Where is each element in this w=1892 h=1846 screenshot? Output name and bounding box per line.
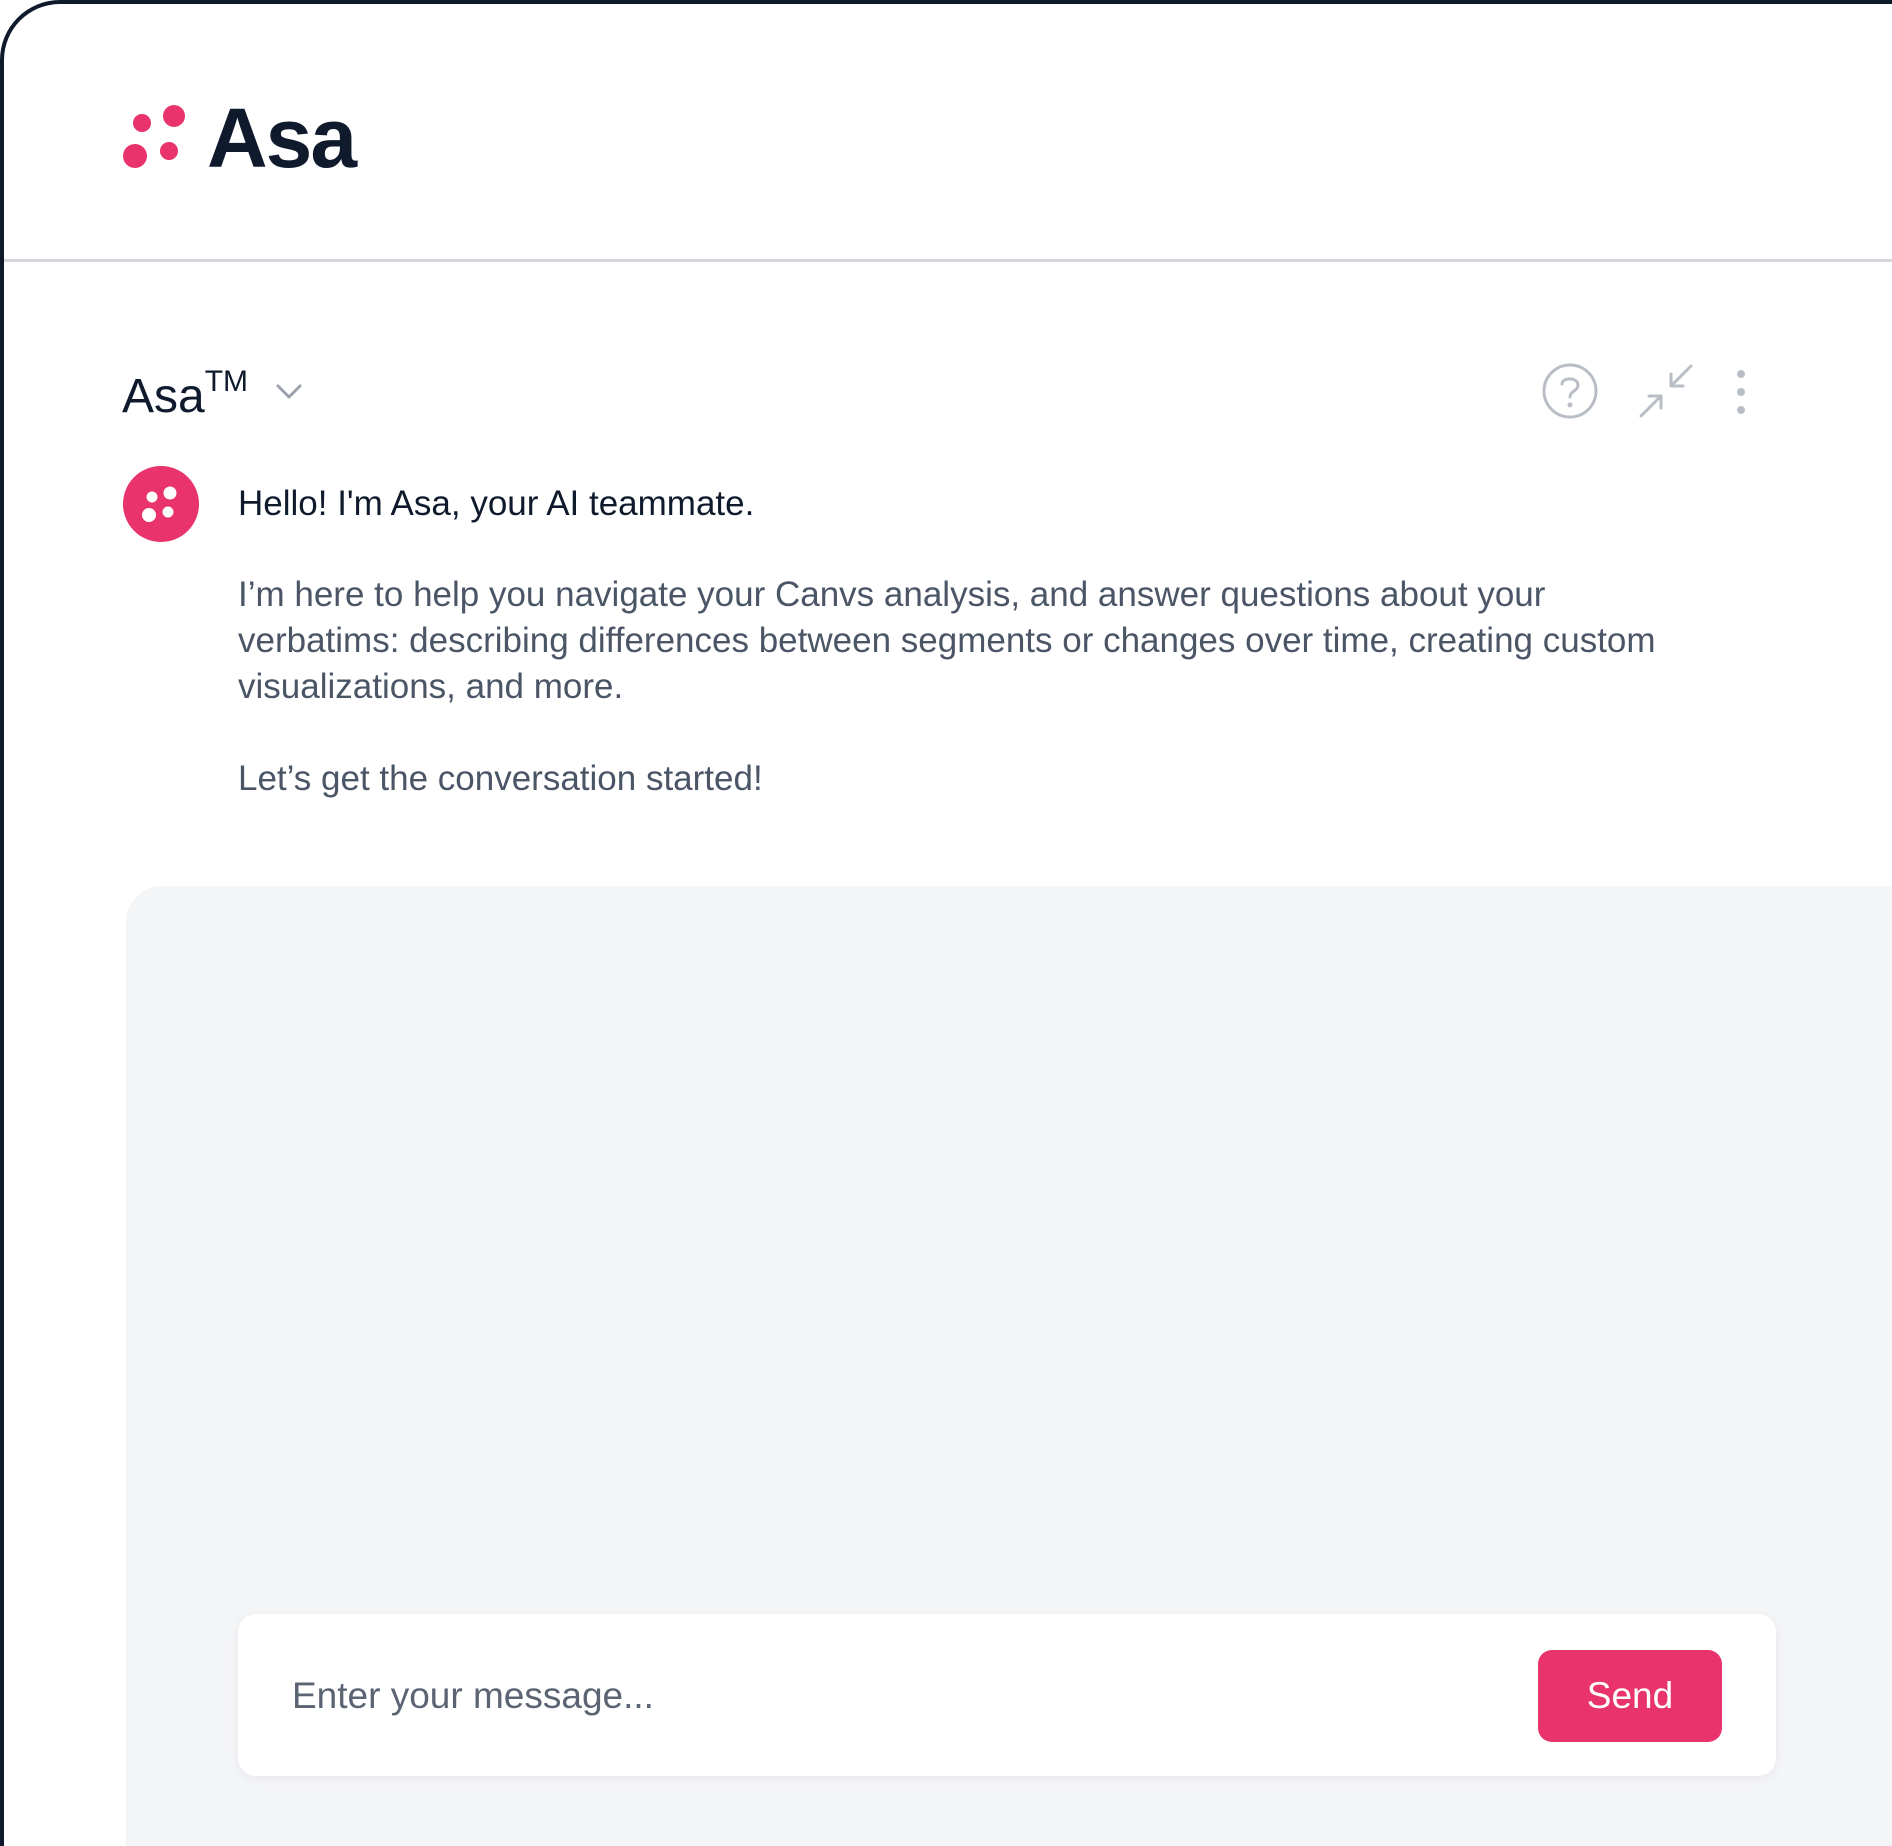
assistant-start-message: Let’s get the conversation started! [238, 759, 763, 798]
send-button[interactable]: Send [1538, 1650, 1722, 1742]
collapse-icon[interactable] [1636, 361, 1696, 421]
asa-logo-icon [142, 486, 177, 522]
chat-title-text: Asa [122, 369, 205, 423]
asa-logo-icon [123, 105, 185, 168]
message-input[interactable] [290, 1664, 1494, 1728]
assistant-greeting: Hello! I'm Asa, your AI teammate. [238, 484, 755, 523]
help-circle-icon[interactable] [1541, 362, 1599, 420]
chevron-down-icon[interactable] [274, 376, 304, 406]
assistant-intro-message: I’m here to help you navigate your Canvs… [238, 575, 1656, 706]
app-header: Asa [4, 4, 1892, 262]
app-window: Asa AsaTM Hello! I'm Asa, your AI teamma… [0, 0, 1892, 1846]
trademark-mark: TM [204, 364, 249, 398]
more-vertical-icon[interactable] [1731, 368, 1751, 416]
message-composer: Send [238, 1614, 1776, 1776]
assistant-selector[interactable]: AsaTM [122, 356, 248, 427]
app-name: Asa [207, 91, 357, 185]
chat-title-row: AsaTM [122, 356, 304, 426]
assistant-avatar [123, 466, 199, 542]
